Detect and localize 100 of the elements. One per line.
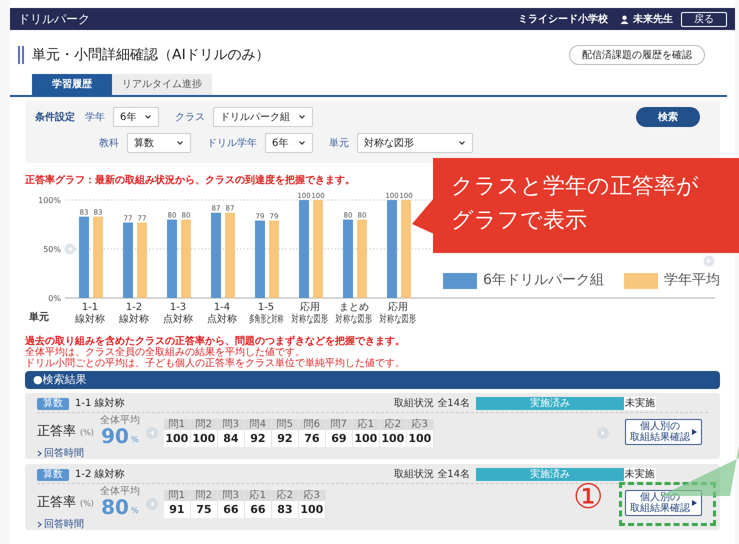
chevron-down-icon <box>144 113 152 121</box>
question-header: 問4 <box>244 419 271 430</box>
category-group-label: 1-4 <box>214 302 230 313</box>
question-score: 83 <box>272 501 298 518</box>
answer-time-link[interactable]: 回答時間 <box>44 519 84 530</box>
average-value: 80 <box>101 497 129 517</box>
field-label: ドリル学年 <box>207 136 257 150</box>
category-label: 点対称 <box>207 314 237 325</box>
question-header: 応1 <box>244 490 271 501</box>
user-icon <box>620 14 629 24</box>
question-score: 100 <box>352 430 379 447</box>
results-title: ●検索結果 <box>33 372 87 388</box>
not-done-label: 未実施 <box>624 398 656 408</box>
previous-button[interactable] <box>64 244 76 254</box>
field-label: 学年 <box>85 110 105 124</box>
note-text: 過去の取り組みを含めたクラスの正答率から、問題のつまずきなどを把握できます。 <box>25 336 406 347</box>
search-button[interactable]: 検索 <box>636 107 700 127</box>
question-header: 問6 <box>298 419 325 430</box>
category-group-label: 1-3 <box>170 302 186 313</box>
select-field[interactable]: ドリルパーク組 <box>213 107 313 127</box>
question-score: 100 <box>164 430 190 447</box>
question-header: 応1 <box>352 419 379 430</box>
category-label: 対称な図形 <box>380 314 416 326</box>
category-group-label: 1-5 <box>258 302 274 313</box>
previous-button[interactable] <box>146 498 158 510</box>
axis-tick-label: 100% <box>38 196 61 205</box>
chevron-down-icon <box>458 139 466 147</box>
question-header: 問2 <box>190 490 217 501</box>
category-label: 点対称 <box>163 314 193 325</box>
category-label: 線対称 <box>75 314 105 325</box>
unit-name: 1-2 線対称 <box>75 468 125 482</box>
individual-results-button[interactable]: 個人別の 取組結果確認 <box>625 490 702 516</box>
step-marker: ① <box>573 478 604 516</box>
average-value: 90 <box>101 426 129 446</box>
select-field[interactable]: 対称な図形 <box>357 133 473 153</box>
filter-title: 条件設定 <box>35 110 76 125</box>
unit-label: (%) <box>80 427 94 439</box>
app-name: ドリルパーク <box>18 11 90 28</box>
category-label: 線対称 <box>119 314 149 325</box>
question-score: 100 <box>298 501 325 518</box>
chevron-right-icon <box>37 521 42 528</box>
legend-label: 6年ドリルパーク組 <box>483 271 604 290</box>
average-label: 全体平均 <box>100 416 140 426</box>
question-score: 100 <box>190 430 217 447</box>
score-label: 正答率 <box>37 422 76 440</box>
category-group-label: 1-1 <box>82 302 98 313</box>
select-field[interactable]: 6年 <box>265 133 313 153</box>
tab[interactable]: リアルタイム進捗 <box>112 74 212 95</box>
individual-results-button[interactable]: 個人別の 取組結果確認 <box>625 419 702 445</box>
question-score: 100 <box>380 430 406 447</box>
chevron-down-icon <box>298 113 306 121</box>
average-label: 全体平均 <box>100 487 140 497</box>
question-score: 66 <box>218 501 244 518</box>
answer-time-link[interactable]: 回答時間 <box>44 448 84 459</box>
question-score: 91 <box>164 501 190 518</box>
tab[interactable]: 学習履歴 <box>32 74 112 95</box>
category-group-label: 1-2 <box>126 302 142 313</box>
callout: クラスと学年の正答率が グラフで表示 <box>433 158 739 253</box>
question-score: 76 <box>298 430 325 447</box>
next-button[interactable] <box>704 256 714 266</box>
play-icon <box>692 429 697 435</box>
axis-tick-label: 0% <box>48 294 61 303</box>
select-field[interactable]: 6年 <box>113 107 159 127</box>
previous-button[interactable] <box>146 427 158 439</box>
question-score: 66 <box>244 501 271 518</box>
play-icon <box>692 500 697 506</box>
category-group-label: 応用 <box>300 302 320 313</box>
status-label: 取組状況 全14名 <box>394 468 470 482</box>
question-header: 応3 <box>298 490 325 501</box>
chevron-right-icon <box>37 450 42 457</box>
axis-tick-label: 50% <box>43 245 61 254</box>
category-group-label: 応用 <box>388 302 408 313</box>
not-done-label: 未実施 <box>624 470 656 480</box>
question-score: 100 <box>406 430 433 447</box>
chart-caption: 正答率グラフ：最新の取組み状況から、クラスの到達度を把握できます。 <box>25 175 355 186</box>
back-button[interactable]: 戻る <box>681 12 727 26</box>
user-name: 未来先生 <box>633 12 673 26</box>
unit-name: 1-1 線対称 <box>75 396 125 411</box>
question-header: 問5 <box>272 419 298 430</box>
axis-title: 単元 <box>29 312 49 323</box>
question-score: 69 <box>326 430 352 447</box>
note-text: ドリル小問ごとの平均は、子ども個人の正答率をクラス単位で単純平均した値です。 <box>25 358 406 369</box>
subject-badge: 算数 <box>37 468 69 480</box>
field-label: 教科 <box>99 136 119 150</box>
history-button[interactable]: 配信済課題の履歴を確認 <box>569 45 705 65</box>
category-group-label: まとめ <box>339 302 369 313</box>
question-header: 問2 <box>190 419 217 430</box>
select-field[interactable]: 算数 <box>127 133 191 153</box>
category-label: 対称な図形 <box>336 314 372 326</box>
question-header: 問3 <box>218 419 244 430</box>
category-label: 多角形と対称 <box>248 312 284 324</box>
chevron-down-icon <box>176 139 184 147</box>
chevron-down-icon <box>298 139 306 147</box>
question-header: 応2 <box>272 490 298 501</box>
title-accent <box>18 46 24 64</box>
note-text: 全体平均は、クラス全員の全取組みの結果を平均した値です。 <box>25 347 306 358</box>
unit-label: (%) <box>80 498 94 510</box>
next-button[interactable] <box>597 427 609 439</box>
question-header: 問7 <box>326 419 352 430</box>
percent-sign: % <box>130 434 139 446</box>
